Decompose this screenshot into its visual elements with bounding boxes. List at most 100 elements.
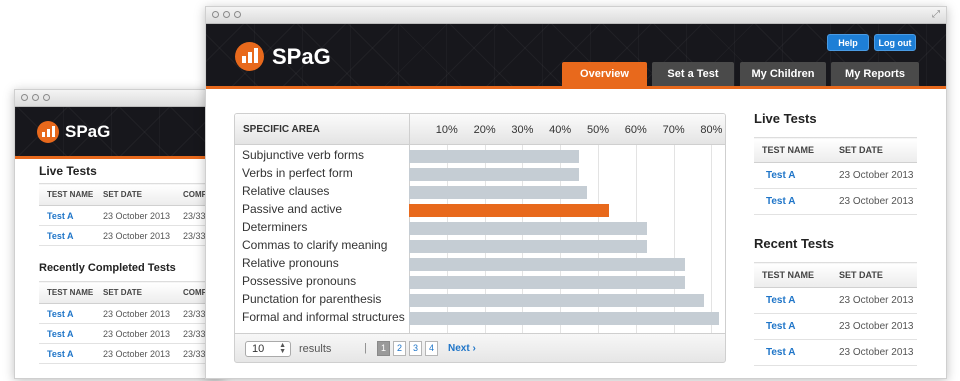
page-1-button[interactable]: 1 (377, 341, 390, 356)
test-link[interactable]: Test A (754, 188, 831, 215)
category-label: Relative pronouns (242, 256, 339, 270)
test-link[interactable]: Test A (39, 303, 95, 324)
minimize-window-dot[interactable] (32, 94, 39, 101)
column-header: SET DATE (831, 262, 917, 288)
page-2-button[interactable]: 2 (393, 341, 406, 356)
spag-logo[interactable]: SPaG (235, 42, 331, 71)
set-date: 23 October 2013 (831, 287, 917, 314)
tab-my-reports[interactable]: My Reports (831, 62, 919, 86)
page-4-button[interactable]: 4 (425, 341, 438, 356)
category-label: Verbs in perfect form (242, 166, 353, 180)
bar (409, 240, 648, 253)
table-row: Test A 23 October 2013 23/33 ( (39, 303, 223, 324)
live-tests-table: TEST NAME SET DATE COMPL Test A 23 Octob… (39, 183, 223, 246)
bar (409, 222, 648, 235)
table-row: Test A 23 October 2013 (754, 162, 917, 189)
highlighted-bar (409, 204, 610, 217)
logo-text: SPaG (65, 122, 111, 141)
test-link[interactable]: Test A (39, 225, 95, 246)
pagination-bar: 10 ▲ ▼ results | 1 2 3 4 Next › (234, 333, 726, 363)
live-tests-title: Live Tests (39, 164, 97, 178)
pager-separator: | (364, 342, 367, 354)
set-date: 23 October 2013 (95, 343, 175, 364)
category-label: Relative clauses (242, 184, 330, 198)
table-header-row: TEST NAME SET DATE (754, 137, 917, 163)
table-row: Test A 23 October 2013 23/33 ( (39, 205, 223, 226)
set-date: 23 October 2013 (95, 323, 175, 344)
table-row: Test A 23 October 2013 (754, 287, 917, 314)
category-label: Formal and informal structures (242, 310, 405, 324)
x-tick-label: 40% (549, 124, 572, 136)
fullscreen-icon[interactable]: ⤢ (932, 9, 940, 20)
x-tick-label: 60% (624, 124, 647, 136)
results-label: results (299, 343, 332, 355)
gridline (711, 145, 713, 337)
test-link[interactable]: Test A (39, 323, 95, 344)
close-window-dot[interactable] (212, 11, 219, 18)
help-button[interactable]: Help (827, 34, 869, 51)
bar (409, 186, 587, 199)
table-row: Test A 23 October 2013 23/33 ( (39, 323, 223, 344)
bar (409, 294, 704, 307)
set-date: 23 October 2013 (831, 313, 917, 340)
page-3-button[interactable]: 3 (409, 341, 422, 356)
logout-button[interactable]: Log out (874, 34, 916, 51)
bar (409, 276, 685, 289)
column-header: TEST NAME (39, 183, 95, 206)
bar (409, 312, 719, 325)
bar-chart-logo-icon (37, 121, 59, 143)
table-row: Test A 23 October 2013 (754, 188, 917, 215)
column-header: SET DATE (95, 183, 175, 206)
category-label: Commas to clarify meaning (242, 238, 388, 252)
test-link[interactable]: Test A (754, 162, 831, 189)
next-page-link[interactable]: Next › (448, 343, 476, 354)
set-date: 23 October 2013 (95, 205, 175, 226)
test-link[interactable]: Test A (754, 339, 831, 366)
recently-completed-table: TEST NAME SET DATE COMPL Test A 23 Octob… (39, 281, 223, 364)
x-tick-label: 70% (662, 124, 685, 136)
window-titlebar: ⤢ (206, 7, 946, 24)
set-date: 23 October 2013 (95, 225, 175, 246)
tab-set-a-test[interactable]: Set a Test (652, 62, 734, 86)
table-row: Test A 23 October 2013 (754, 313, 917, 340)
table-header-row: TEST NAME SET DATE COMPL (39, 183, 223, 206)
column-header: SET DATE (95, 281, 175, 304)
test-link[interactable]: Test A (39, 343, 95, 364)
tab-my-children[interactable]: My Children (740, 62, 826, 86)
window-titlebar (15, 90, 223, 107)
app-header: SPaG (15, 107, 223, 159)
test-link[interactable]: Test A (754, 313, 831, 340)
specific-area-header: SPECIFIC AREA (243, 124, 320, 135)
per-page-value: 10 (252, 343, 265, 355)
bar (409, 258, 685, 271)
zoom-window-dot[interactable] (43, 94, 50, 101)
column-header: TEST NAME (754, 137, 831, 163)
minimize-window-dot[interactable] (223, 11, 230, 18)
column-header: TEST NAME (754, 262, 831, 288)
recent-tests-table: TEST NAME SET DATE Test A 23 October 201… (754, 262, 917, 366)
test-link[interactable]: Test A (39, 205, 95, 226)
test-link[interactable]: Test A (754, 287, 831, 314)
x-tick-label: 80% (700, 124, 723, 136)
live-tests-title: Live Tests (754, 111, 817, 126)
tab-overview[interactable]: Overview (562, 62, 647, 86)
column-header: SET DATE (831, 137, 917, 163)
background-window: SPaG Live Tests TEST NAME SET DATE COMPL… (14, 89, 224, 379)
gridline (673, 145, 675, 337)
set-date: 23 October 2013 (831, 188, 917, 215)
bar (409, 150, 580, 163)
results-per-page-select[interactable]: 10 ▲ ▼ (245, 341, 291, 357)
chart-body: Subjunctive verb forms Verbs in perfect f… (235, 145, 725, 337)
specific-area-chart: SPECIFIC AREA 10% 20% 30% 40% 50% 60% 70% 80% S… (234, 113, 726, 338)
app-header: SPaG Help Log out Overview Set a Test My… (206, 24, 946, 89)
spag-logo[interactable]: SPaG (37, 121, 110, 143)
table-row: Test A 23 October 2013 23/33 ( (39, 343, 223, 364)
recently-completed-title: Recently Completed Tests (39, 262, 176, 274)
zoom-window-dot[interactable] (234, 11, 241, 18)
recent-tests-title: Recent Tests (754, 236, 834, 251)
set-date: 23 October 2013 (831, 339, 917, 366)
category-label: Punctation for parenthesis (242, 292, 382, 306)
close-window-dot[interactable] (21, 94, 28, 101)
set-date: 23 October 2013 (95, 303, 175, 324)
live-tests-table: TEST NAME SET DATE Test A 23 October 201… (754, 137, 917, 215)
